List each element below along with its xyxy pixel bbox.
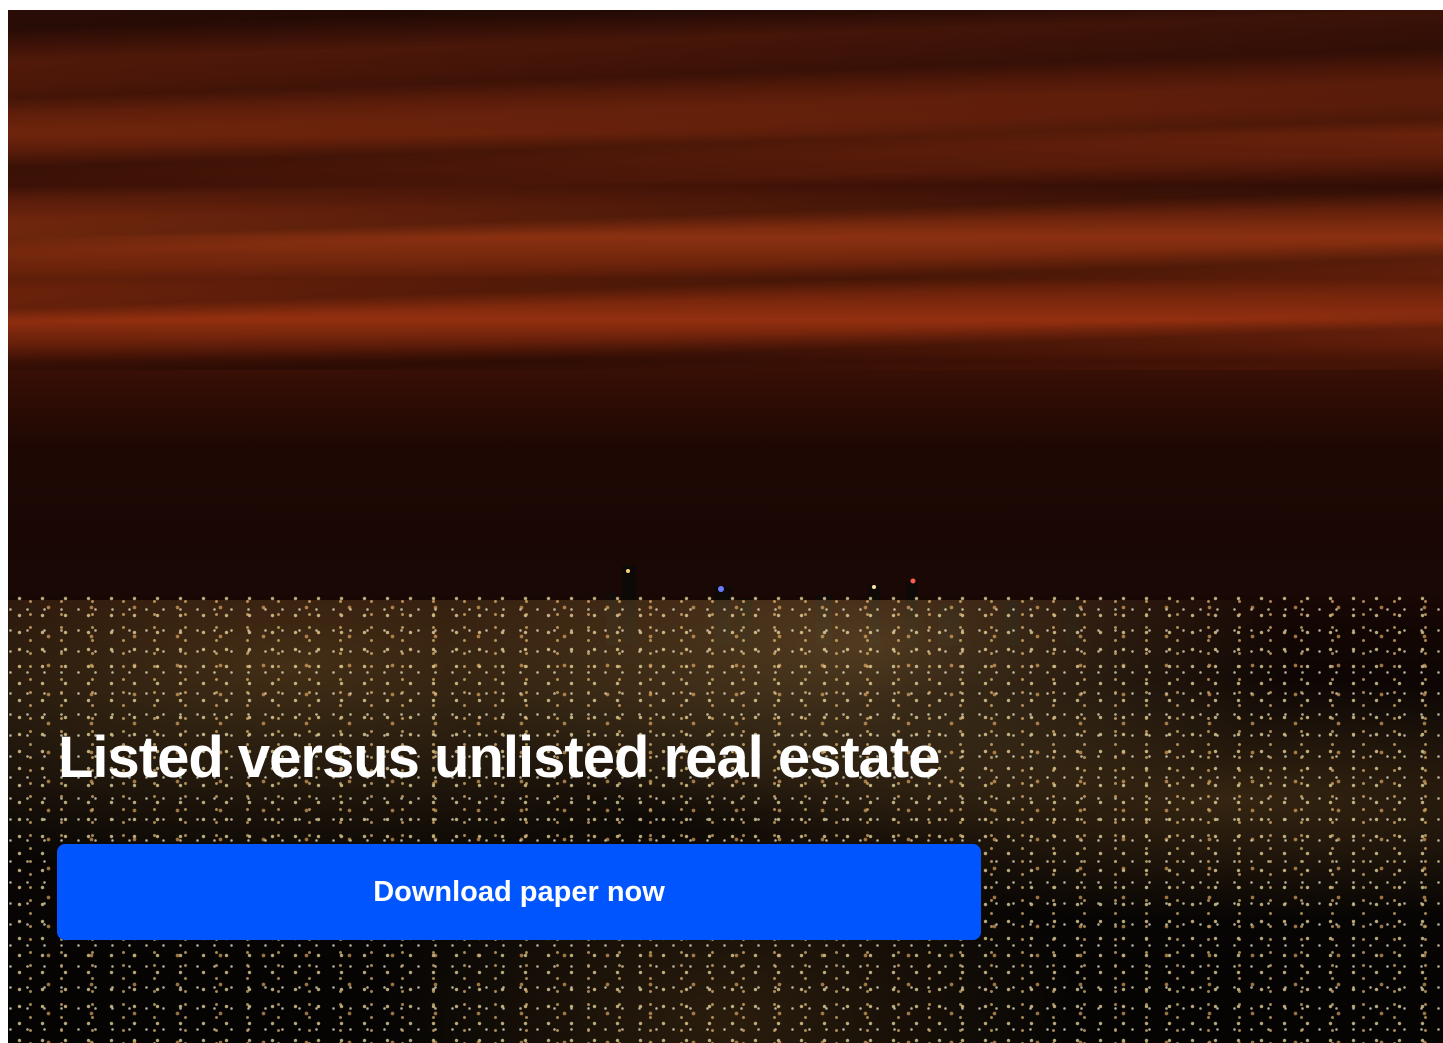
city-lights [8, 590, 1443, 1043]
download-paper-button[interactable]: Download paper now [57, 844, 981, 940]
hero-banner: Listed versus unlisted real estate Downl… [8, 10, 1443, 1043]
hero-title: Listed versus unlisted real estate [58, 725, 940, 790]
